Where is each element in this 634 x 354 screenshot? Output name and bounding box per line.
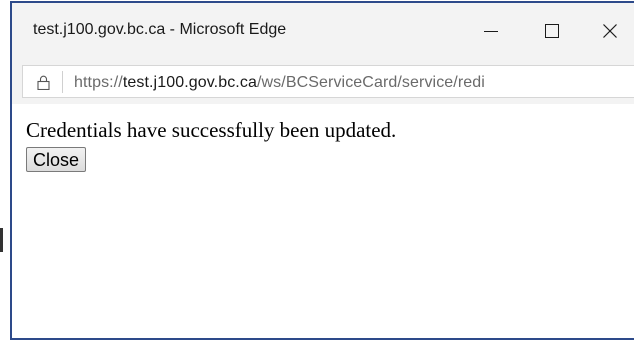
url-host: test.j100.gov.bc.ca xyxy=(122,74,257,91)
page-content: Credentials have successfully been updat… xyxy=(12,104,634,338)
background-page-marker xyxy=(0,228,3,252)
close-button[interactable]: Close xyxy=(26,147,87,172)
minimize-button[interactable] xyxy=(459,3,523,59)
background-page-text xyxy=(30,341,270,354)
close-icon xyxy=(603,24,617,38)
maximize-button[interactable] xyxy=(520,3,584,59)
title-bar[interactable]: test.j100.gov.bc.ca - Microsoft Edge xyxy=(12,3,634,59)
window-close-button[interactable] xyxy=(578,3,634,59)
address-bar: https://test.j100.gov.bc.ca/ws/BCService… xyxy=(12,59,634,104)
address-divider xyxy=(62,71,63,93)
popup-window: test.j100.gov.bc.ca - Microsoft Edge htt… xyxy=(10,1,634,340)
minimize-icon xyxy=(484,30,498,32)
success-message: Credentials have successfully been updat… xyxy=(26,118,397,142)
url-text: https://test.j100.gov.bc.ca/ws/BCService… xyxy=(74,74,485,92)
maximize-icon xyxy=(545,24,559,38)
url-field[interactable]: https://test.j100.gov.bc.ca/ws/BCService… xyxy=(22,65,634,98)
url-path: /ws/BCServiceCard/service/redi xyxy=(256,74,485,91)
url-scheme: https:// xyxy=(74,74,123,91)
window-title: test.j100.gov.bc.ca - Microsoft Edge xyxy=(33,21,287,38)
lock-icon[interactable] xyxy=(37,75,50,90)
